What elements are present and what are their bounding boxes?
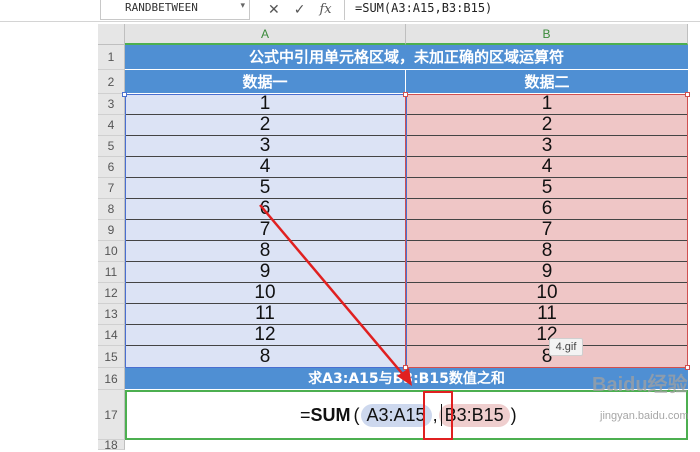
watermark: Baidu经验 jingyan.baidu.com <box>592 368 698 430</box>
gif-tooltip: 4.gif <box>549 338 583 356</box>
watermark-logo: Baidu经验 <box>592 374 688 396</box>
watermark-url: jingyan.baidu.com <box>600 410 689 422</box>
arrow-line <box>259 204 407 379</box>
